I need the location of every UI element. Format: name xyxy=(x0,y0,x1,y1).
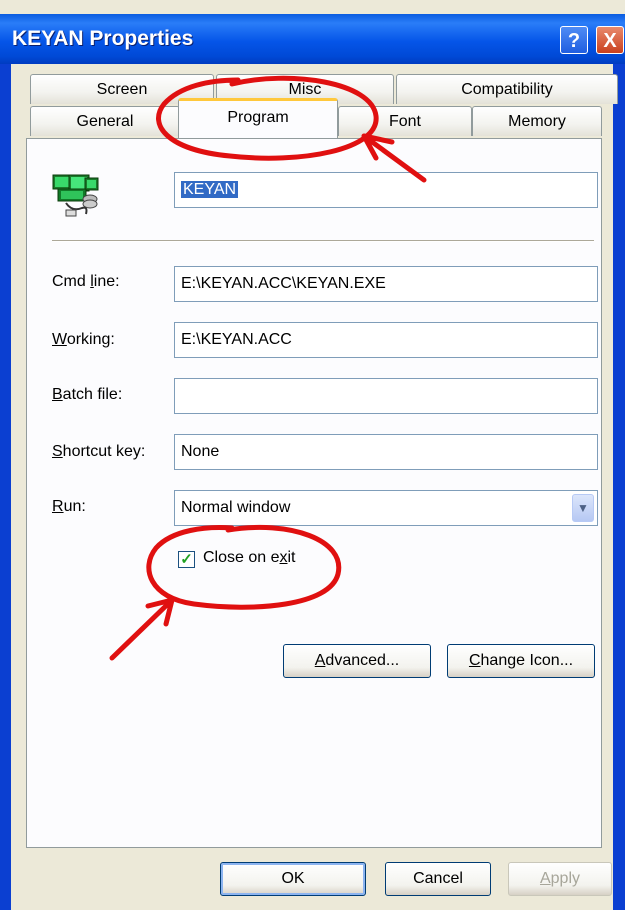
ok-button[interactable]: OK xyxy=(220,862,366,896)
properties-dialog: KEYAN Properties ? X Screen Misc Compati… xyxy=(0,0,625,910)
apply-button[interactable]: Apply xyxy=(508,862,612,896)
tab-program[interactable]: Program xyxy=(178,98,338,138)
help-button[interactable]: ? xyxy=(560,26,588,54)
window-border-right xyxy=(613,64,625,910)
close-button[interactable]: X xyxy=(596,26,624,54)
working-label: Working: xyxy=(52,331,115,348)
window-border-left xyxy=(0,64,11,910)
program-name-field[interactable]: KEYAN xyxy=(174,172,598,208)
change-icon-button[interactable]: Change Icon... xyxy=(447,644,595,678)
batch-file-label: Batch file: xyxy=(52,386,123,403)
shortcut-key-field[interactable]: None xyxy=(174,434,598,470)
advanced-button[interactable]: Advanced... xyxy=(283,644,431,678)
cmd-line-label: Cmd line: xyxy=(52,273,120,290)
run-select-value: Normal window xyxy=(181,499,291,516)
close-on-exit-checkbox[interactable]: ✓ xyxy=(178,551,195,568)
separator xyxy=(52,240,594,242)
chevron-down-icon[interactable]: ▼ xyxy=(572,494,594,522)
program-name-value: KEYAN xyxy=(181,181,239,198)
tab-general[interactable]: General xyxy=(30,106,180,136)
tab-compatibility[interactable]: Compatibility xyxy=(396,74,618,104)
shortcut-key-label: Shortcut key: xyxy=(52,443,146,460)
window-title: KEYAN Properties xyxy=(12,27,194,50)
ms-dos-program-icon xyxy=(52,172,100,218)
run-label: Run: xyxy=(52,498,86,515)
title-bar[interactable]: KEYAN Properties ? X xyxy=(0,14,625,64)
working-field[interactable]: E:\KEYAN.ACC xyxy=(174,322,598,358)
run-select[interactable]: Normal window ▼ xyxy=(174,490,598,526)
tab-font[interactable]: Font xyxy=(338,106,472,136)
batch-file-field[interactable] xyxy=(174,378,598,414)
cancel-button[interactable]: Cancel xyxy=(385,862,491,896)
close-on-exit-label[interactable]: Close on exit xyxy=(203,549,296,567)
cmd-line-field[interactable]: E:\KEYAN.ACC\KEYAN.EXE xyxy=(174,266,598,302)
tab-memory[interactable]: Memory xyxy=(472,106,602,136)
